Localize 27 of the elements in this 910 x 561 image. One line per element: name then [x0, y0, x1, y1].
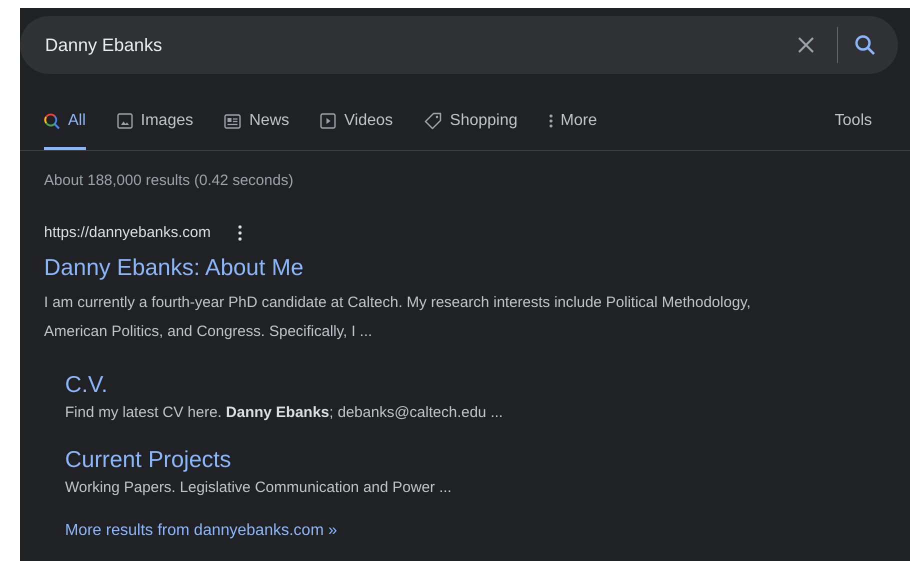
sitelink-title[interactable]: C.V. — [65, 370, 910, 398]
result-snippet: I am currently a fourth-year PhD candidate at Caltech. My research interests include Political Methodology, American Politics, and Congress. Specifically, I ... — [44, 293, 752, 342]
tab[interactable]: All — [44, 109, 86, 150]
newspaper-icon — [224, 114, 242, 128]
sitelink-title[interactable]: Current Projects — [65, 444, 910, 472]
tab[interactable]: Images — [116, 109, 194, 150]
image-icon — [116, 113, 133, 129]
search-icon — [44, 112, 60, 130]
play-icon — [320, 113, 336, 129]
result-url[interactable]: https://dannyebanks.com — [44, 222, 211, 244]
search-icon[interactable] — [854, 34, 876, 56]
result-title[interactable]: Danny Ebanks: About Me — [44, 252, 910, 282]
close-icon[interactable] — [797, 36, 815, 54]
search-text: Danny Ebanks — [45, 34, 164, 57]
tab[interactable]: News — [224, 109, 290, 150]
sitelink-snippet: Find my latest CV here. Danny Ebanks; debanks@caltech.edu ... — [65, 403, 504, 423]
result-stats: About 188,000 results (0.42 seconds) — [44, 171, 294, 191]
more-icon — [548, 113, 553, 129]
tab[interactable]: More — [548, 109, 597, 150]
tag-icon — [424, 112, 442, 130]
more-results-link[interactable]: More results from dannyebanks.com » — [65, 522, 338, 539]
sitelink-snippet: Working Papers. Legislative Communication and Power ... — [65, 478, 453, 498]
search-field[interactable]: Danny Ebanks — [20, 16, 898, 74]
tools-button[interactable]: Tools — [834, 109, 872, 150]
tab[interactable]: Shopping — [424, 109, 518, 150]
tab[interactable]: Videos — [320, 109, 393, 150]
more-options-icon[interactable] — [238, 224, 242, 241]
